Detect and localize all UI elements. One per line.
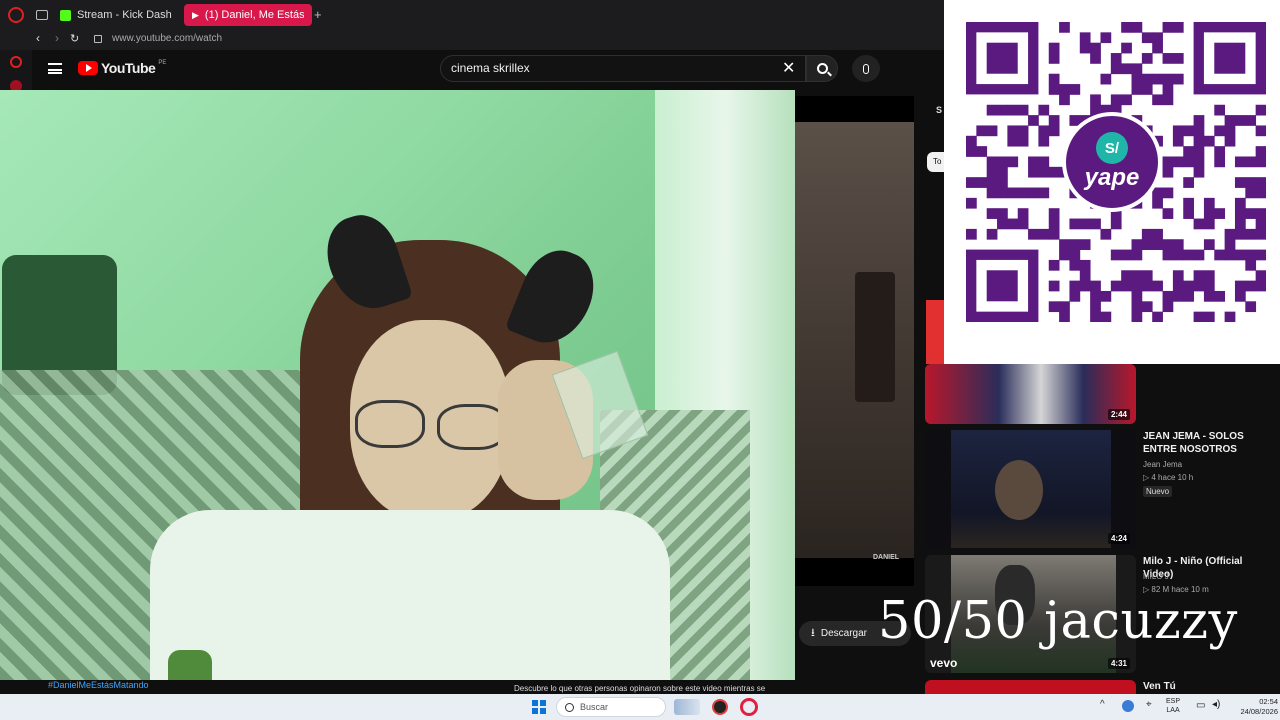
clock-date: 24/08/2026 xyxy=(1240,707,1278,716)
chip-label: To xyxy=(933,157,942,166)
bottle-shape xyxy=(168,650,212,680)
side-label-s: S xyxy=(936,105,943,115)
chair-shape xyxy=(855,272,895,402)
rec-thumbnail-4[interactable] xyxy=(925,680,1136,694)
sidebar-opera-icon[interactable] xyxy=(10,56,22,68)
windows-start-icon[interactable] xyxy=(532,700,546,714)
search-query: cinema skrillex xyxy=(451,61,530,75)
language-indicator[interactable]: ESP LAA xyxy=(1166,697,1180,715)
wifi-icon[interactable]: ▭ xyxy=(1196,700,1205,711)
rec-thumbnail-1[interactable]: 2:44 xyxy=(925,364,1136,424)
hashtag-link[interactable]: #DanielMeEstásMatando xyxy=(48,680,149,690)
clock-time: 02:54 xyxy=(1259,697,1278,706)
taskbar-app-icon[interactable] xyxy=(712,699,728,715)
yape-logo: yape xyxy=(1084,164,1140,191)
language-layout: LAA xyxy=(1166,707,1180,714)
rec-title-4[interactable]: Ven Tú xyxy=(1143,680,1273,693)
tab-overview-icon[interactable] xyxy=(36,10,48,20)
back-icon[interactable]: ‹ xyxy=(36,31,40,45)
region-code: PE xyxy=(158,60,167,66)
youtube-logo[interactable]: YouTube PE xyxy=(78,60,166,76)
download-label: Descargar xyxy=(820,628,867,639)
video-watermark: DANIEL xyxy=(873,554,900,561)
clear-search-icon[interactable]: ✕ xyxy=(782,58,795,78)
forward-icon[interactable]: › xyxy=(55,31,59,45)
rec-duration: 2:44 xyxy=(1107,409,1130,420)
taskbar-search-placeholder: Buscar xyxy=(580,702,609,712)
lock-icon xyxy=(94,35,102,43)
search-icon xyxy=(816,63,832,77)
glasses-shape xyxy=(355,400,510,450)
chip-todo[interactable]: To xyxy=(927,152,945,172)
comments-prompt: Descubre lo que otras personas opinaron … xyxy=(514,684,766,693)
rec-thumbnail-2[interactable]: 4:24 xyxy=(925,430,1136,548)
video-frame: DANIEL xyxy=(795,122,914,561)
browser-tab-bar: Stream - Kick Dashboard ▶ (1) Daniel, Me… xyxy=(0,0,944,30)
microphone-icon xyxy=(863,63,869,74)
address-bar-row: ‹ › ↻ www.youtube.com/watch xyxy=(0,30,944,50)
speaker-icon: ▶ xyxy=(192,9,199,20)
opera-taskbar-icon[interactable] xyxy=(740,698,758,716)
voice-search-button[interactable] xyxy=(852,55,880,82)
youtube-play-icon xyxy=(78,61,98,75)
language-code: ESP xyxy=(1166,698,1181,705)
kick-favicon-icon xyxy=(60,9,71,21)
rec-meta-2: ▷ 4 hace 10 h xyxy=(1143,473,1194,482)
network-icon[interactable] xyxy=(1122,700,1134,712)
webcam-feed xyxy=(0,90,795,680)
yape-qr-panel: S/ yape xyxy=(944,0,1280,364)
shirt-shape xyxy=(150,510,670,680)
tab-youtube-video[interactable]: ▶ (1) Daniel, Me Estás Ma xyxy=(184,4,312,26)
opera-menu-icon[interactable] xyxy=(8,7,24,23)
widgets-icon[interactable] xyxy=(674,699,700,715)
yape-badge: S/ yape xyxy=(1062,112,1162,212)
search-button[interactable] xyxy=(806,55,838,82)
clock[interactable]: 02:54 24/08/2026 xyxy=(1226,697,1278,717)
location-icon: ⌖ xyxy=(1146,699,1152,710)
tab-kick-dashboard[interactable]: Stream - Kick Dashboard xyxy=(52,4,180,26)
rec-channel-3[interactable]: MILO J xyxy=(1143,570,1169,583)
new-badge: Nuevo xyxy=(1143,486,1173,497)
taskbar-search[interactable]: Buscar xyxy=(556,697,666,717)
youtube-wordmark: YouTube xyxy=(101,60,156,76)
video-info-strip: #DanielMeEstásMatando Descubre lo que ot… xyxy=(0,680,944,694)
reload-icon[interactable]: ↻ xyxy=(70,32,79,45)
yape-symbol: S/ xyxy=(1096,132,1128,164)
new-tab-button[interactable]: + xyxy=(314,7,322,22)
tab-label: Stream - Kick Dashboard xyxy=(77,9,172,21)
download-icon: ⭳ xyxy=(811,627,815,639)
tab-label: (1) Daniel, Me Estás Ma xyxy=(204,9,304,21)
rec-duration: 4:31 xyxy=(1107,658,1130,669)
tray-chevron-icon[interactable]: ^ xyxy=(1100,699,1105,710)
hamburger-menu-icon[interactable] xyxy=(48,63,62,74)
volume-icon[interactable]: ◂) xyxy=(1212,699,1220,710)
windows-taskbar: Buscar ^ ⌖ ESP LAA ▭ ◂) 02:54 24/08/2026 xyxy=(0,694,1280,720)
url-field[interactable]: www.youtube.com/watch xyxy=(112,33,222,44)
search-icon xyxy=(565,702,574,712)
stream-overlay-text: 50/50 jacuzzy xyxy=(878,592,1238,651)
vevo-logo: vevo xyxy=(930,656,958,670)
rec-channel-2[interactable]: Jean Jema xyxy=(1143,458,1182,471)
side-red-marker xyxy=(926,300,944,364)
rec-title-2[interactable]: JEAN JEMA - SOLOS ENTRE NOSOTROS xyxy=(1143,430,1273,456)
rec-duration: 4:24 xyxy=(1107,533,1130,544)
